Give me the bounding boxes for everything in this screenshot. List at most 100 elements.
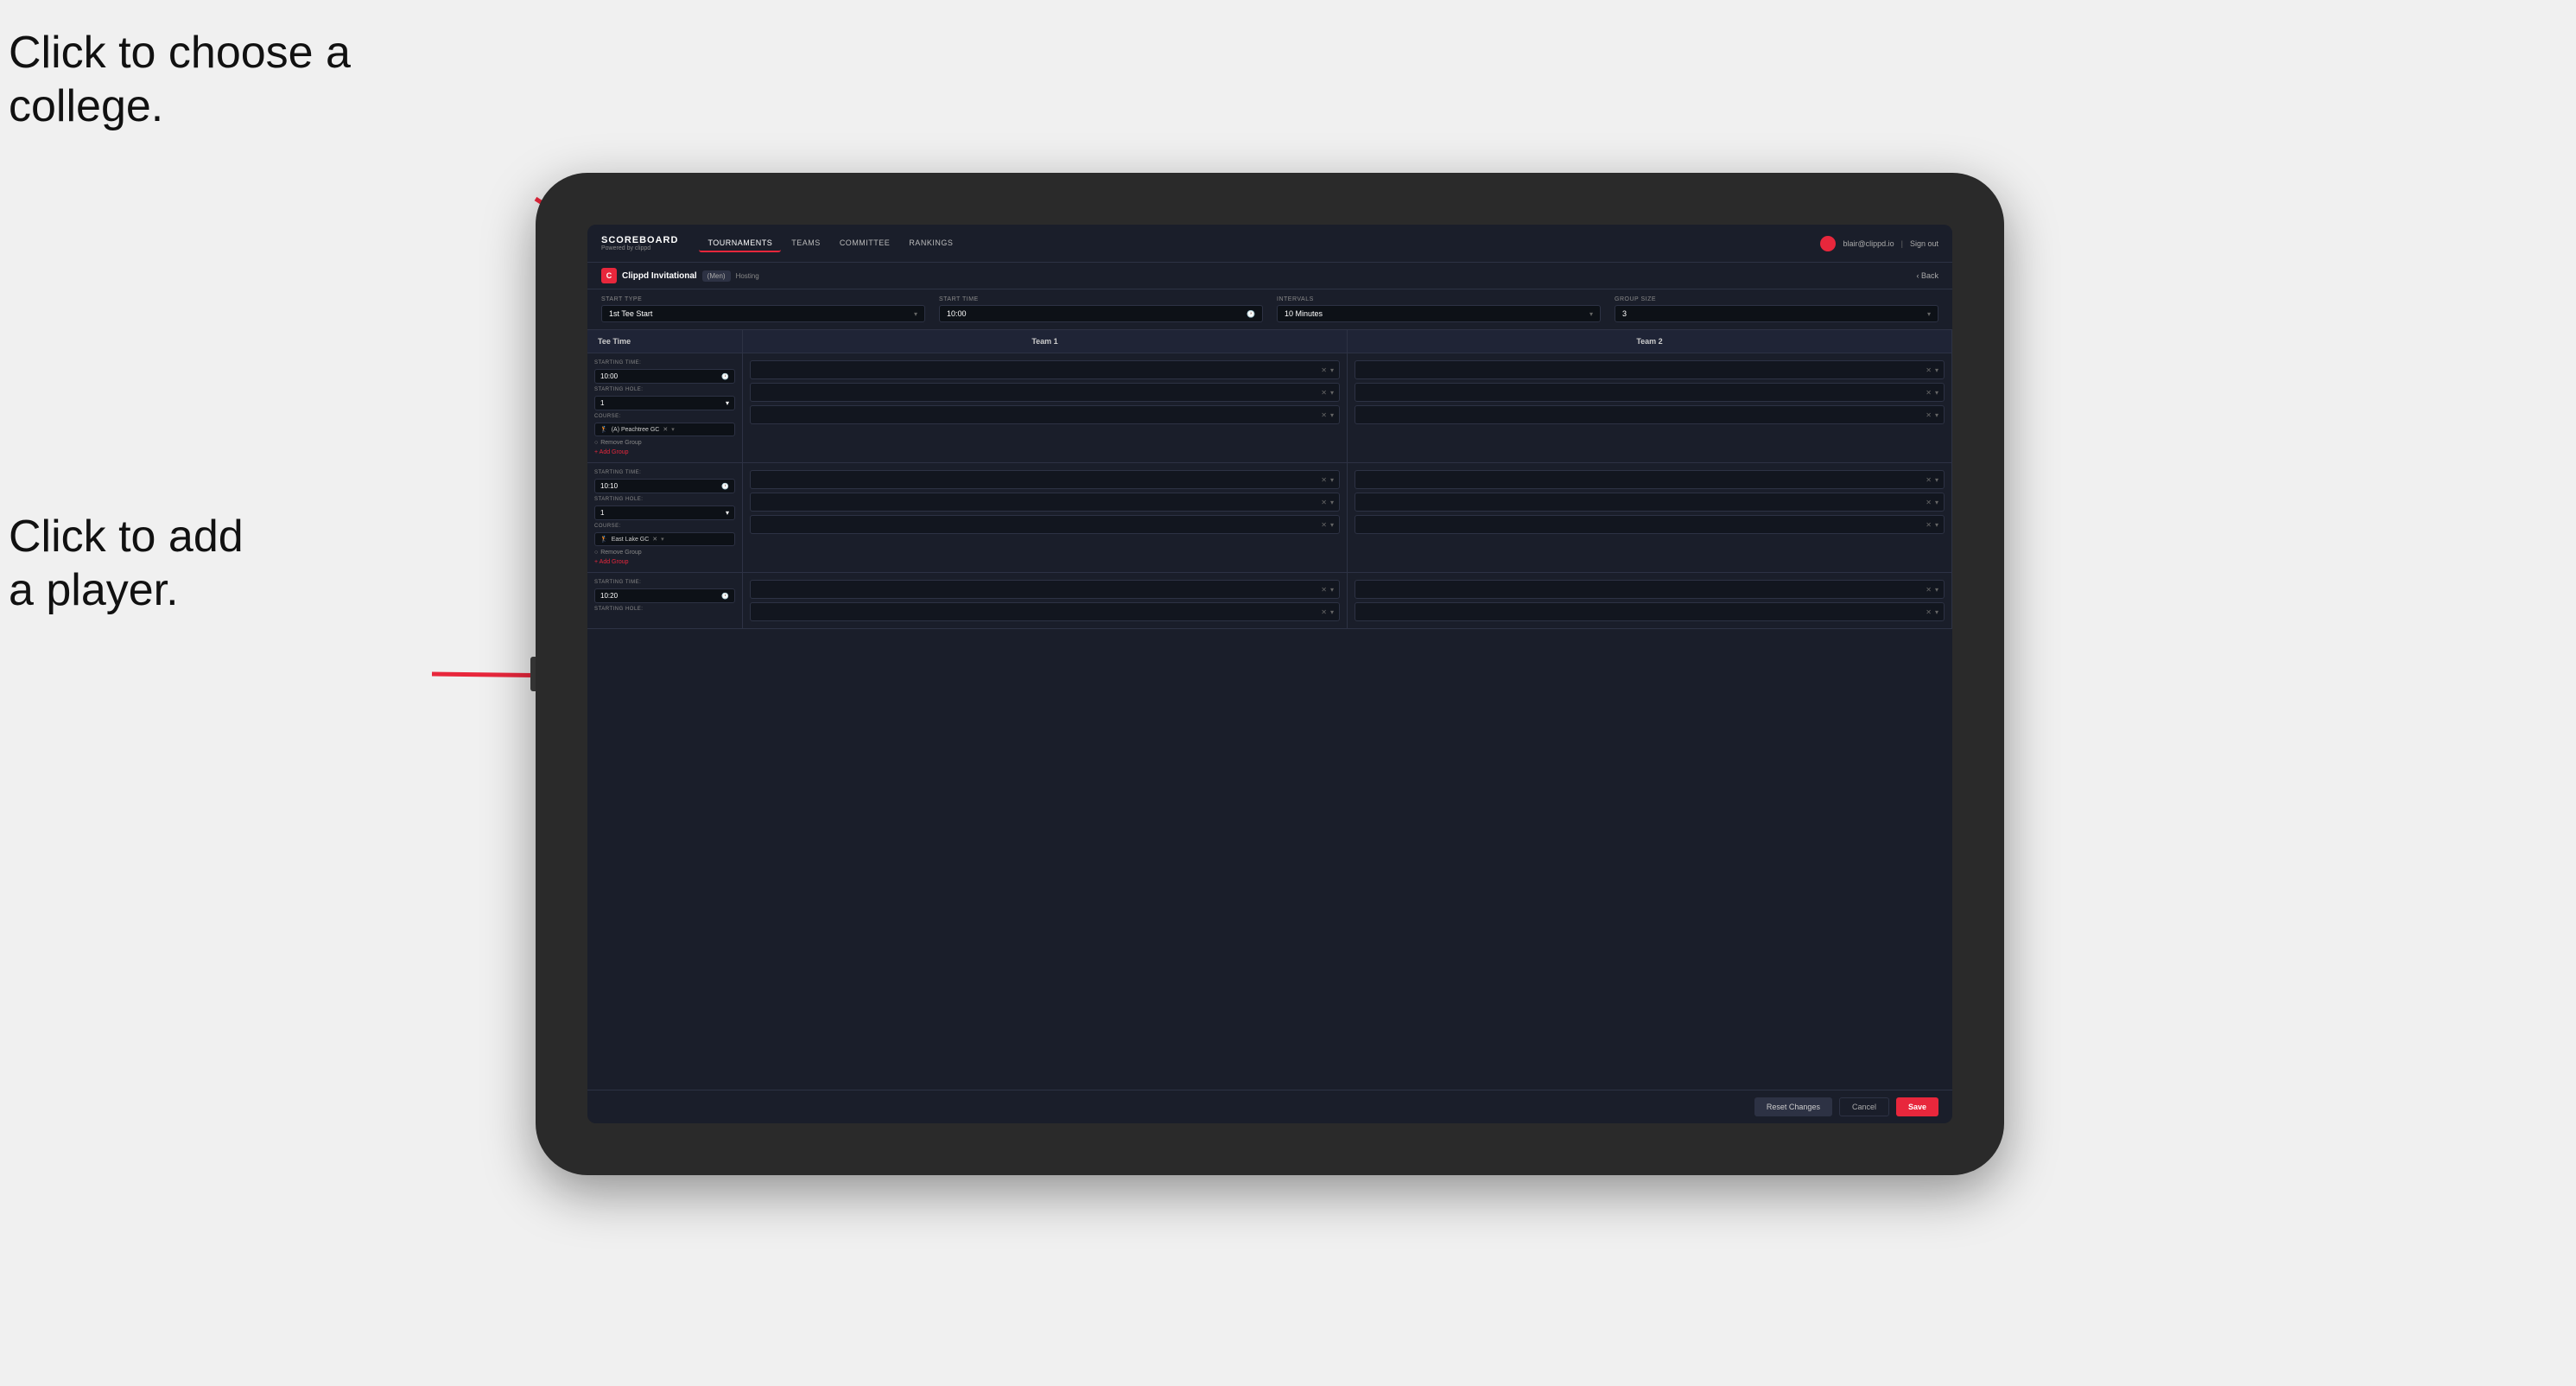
- intervals-input[interactable]: 10 Minutes ▾: [1277, 305, 1601, 322]
- team1-cell-2: ✕ ▾ ✕ ▾ ✕ ▾: [743, 463, 1348, 572]
- sign-out-link[interactable]: Sign out: [1910, 239, 1938, 248]
- chevron-down-icon-r3[interactable]: ▾: [1330, 586, 1334, 594]
- player-slot-r2-2-1[interactable]: ✕ ▾: [1355, 470, 1945, 489]
- starting-time-label-2: STARTING TIME:: [594, 470, 735, 475]
- nav-committee[interactable]: COMMITTEE: [831, 235, 899, 252]
- group-size-group: Group Size 3 ▾: [1615, 296, 1938, 322]
- chevron-icon-hole-1: ▾: [726, 399, 729, 407]
- chevron-down-icon-4[interactable]: ▾: [1935, 366, 1938, 374]
- course-icon-1: 🏌: [600, 426, 608, 433]
- nav-rankings[interactable]: RANKINGS: [900, 235, 961, 252]
- event-gender-badge: (Men): [702, 270, 731, 282]
- player-slot-2-2[interactable]: ✕ ▾: [1355, 383, 1945, 402]
- close-icon-r2-2[interactable]: ✕: [1321, 499, 1327, 506]
- reset-changes-button[interactable]: Reset Changes: [1754, 1097, 1832, 1116]
- close-icon-r2-5[interactable]: ✕: [1926, 499, 1932, 506]
- course-badge-1[interactable]: 🏌 (A) Peachtree GC ✕ ▾: [594, 423, 735, 436]
- start-time-input[interactable]: 10:00 🕐: [939, 305, 1263, 322]
- clock-icon-2: 🕐: [721, 483, 729, 490]
- chevron-down-icon-r3-4[interactable]: ▾: [1935, 608, 1938, 616]
- start-type-group: Start Type 1st Tee Start ▾: [601, 296, 925, 322]
- back-button[interactable]: Back: [1916, 271, 1938, 280]
- player-slot-r2-2-2[interactable]: ✕ ▾: [1355, 493, 1945, 512]
- player-slot-2-1[interactable]: ✕ ▾: [1355, 360, 1945, 379]
- close-icon-r2-4[interactable]: ✕: [1926, 476, 1932, 484]
- add-group-btn-2[interactable]: + Add Group: [594, 559, 735, 565]
- close-icon-r2-6[interactable]: ✕: [1926, 521, 1932, 529]
- starting-time-input-2[interactable]: 10:10 🕐: [594, 479, 735, 493]
- chevron-down-icon-r2-4[interactable]: ▾: [1935, 476, 1938, 484]
- remove-course-icon-2[interactable]: ✕: [652, 536, 657, 543]
- group-size-input[interactable]: 3 ▾: [1615, 305, 1938, 322]
- remove-group-btn-2[interactable]: ○ Remove Group: [594, 550, 735, 556]
- starting-hole-input-1[interactable]: 1 ▾: [594, 396, 735, 410]
- close-icon[interactable]: ✕: [1321, 366, 1327, 374]
- save-button[interactable]: Save: [1896, 1097, 1938, 1116]
- remove-course-icon-1[interactable]: ✕: [663, 426, 668, 433]
- close-icon-r3[interactable]: ✕: [1321, 586, 1327, 594]
- starting-time-input-1[interactable]: 10:00 🕐: [594, 369, 735, 384]
- close-icon-6[interactable]: ✕: [1926, 411, 1932, 419]
- player-slot-1-3[interactable]: ✕ ▾: [750, 405, 1340, 424]
- player-slot-r3-1-1[interactable]: ✕ ▾: [750, 580, 1340, 599]
- close-icon-4[interactable]: ✕: [1926, 366, 1932, 374]
- close-icon-r2-3[interactable]: ✕: [1321, 521, 1327, 529]
- group-size-label: Group Size: [1615, 296, 1938, 302]
- event-title: Clippd Invitational: [622, 271, 697, 281]
- user-avatar: [1820, 236, 1836, 251]
- cancel-button[interactable]: Cancel: [1839, 1097, 1889, 1116]
- player-slot-r2-1-2[interactable]: ✕ ▾: [750, 493, 1340, 512]
- clock-icon: 🕐: [1247, 310, 1255, 318]
- table-header: Tee Time Team 1 Team 2: [587, 330, 1952, 353]
- chevron-down-icon-3[interactable]: ▾: [1330, 411, 1334, 419]
- tablet-side-button: [530, 657, 536, 691]
- brand-sub: Powered by clippd: [601, 245, 678, 251]
- player-slot-r2-1-1[interactable]: ✕ ▾: [750, 470, 1340, 489]
- starting-hole-input-2[interactable]: 1 ▾: [594, 505, 735, 520]
- player-slot-1-2[interactable]: ✕ ▾: [750, 383, 1340, 402]
- close-icon-r3-2[interactable]: ✕: [1321, 608, 1327, 616]
- close-icon-r3-4[interactable]: ✕: [1926, 608, 1932, 616]
- starting-time-input-3[interactable]: 10:20 🕐: [594, 588, 735, 603]
- chevron-down-icon-6[interactable]: ▾: [1935, 411, 1938, 419]
- nav-tournaments[interactable]: TOURNAMENTS: [699, 235, 781, 252]
- chevron-down-icon-5[interactable]: ▾: [1935, 389, 1938, 397]
- player-slot-r3-2-2[interactable]: ✕ ▾: [1355, 602, 1945, 621]
- chevron-down-icon-3: ▾: [1927, 310, 1931, 318]
- player-slot-r2-2-3[interactable]: ✕ ▾: [1355, 515, 1945, 534]
- close-icon-2[interactable]: ✕: [1321, 389, 1327, 397]
- tee-row-1: STARTING TIME: 10:00 🕐 STARTING HOLE: 1 …: [587, 353, 1952, 463]
- close-icon-r3-3[interactable]: ✕: [1926, 586, 1932, 594]
- player-slot-r3-1-2[interactable]: ✕ ▾: [750, 602, 1340, 621]
- remove-icon-1: ○: [594, 440, 598, 446]
- remove-icon-2: ○: [594, 550, 598, 556]
- close-icon-5[interactable]: ✕: [1926, 389, 1932, 397]
- chevron-down-icon[interactable]: ▾: [1330, 366, 1334, 374]
- chevron-down-icon-r3-3[interactable]: ▾: [1935, 586, 1938, 594]
- chevron-down-icon-r2-5[interactable]: ▾: [1935, 499, 1938, 506]
- close-icon-3[interactable]: ✕: [1321, 411, 1327, 419]
- chevron-down-icon-r2-6[interactable]: ▾: [1935, 521, 1938, 529]
- nav-links: TOURNAMENTS TEAMS COMMITTEE RANKINGS: [699, 235, 1820, 252]
- chevron-down-icon-r2-3[interactable]: ▾: [1330, 521, 1334, 529]
- col-team1: Team 1: [743, 330, 1348, 353]
- remove-group-btn-1[interactable]: ○ Remove Group: [594, 440, 735, 446]
- chevron-down-icon-r3-2[interactable]: ▾: [1330, 608, 1334, 616]
- player-slot-1-1[interactable]: ✕ ▾: [750, 360, 1340, 379]
- add-group-btn-1[interactable]: + Add Group: [594, 449, 735, 455]
- start-time-group: Start Time 10:00 🕐: [939, 296, 1263, 322]
- close-icon-r2[interactable]: ✕: [1321, 476, 1327, 484]
- player-slot-r2-1-3[interactable]: ✕ ▾: [750, 515, 1340, 534]
- player-slot-2-3[interactable]: ✕ ▾: [1355, 405, 1945, 424]
- nav-teams[interactable]: TEAMS: [783, 235, 829, 252]
- starting-hole-label-3: STARTING HOLE:: [594, 607, 735, 612]
- start-type-input[interactable]: 1st Tee Start ▾: [601, 305, 925, 322]
- chevron-down-icon-2[interactable]: ▾: [1330, 389, 1334, 397]
- course-badge-2[interactable]: 🏌 East Lake GC ✕ ▾: [594, 532, 735, 546]
- player-slot-r3-2-1[interactable]: ✕ ▾: [1355, 580, 1945, 599]
- chevron-down-icon-r2-2[interactable]: ▾: [1330, 499, 1334, 506]
- team1-cell-3: ✕ ▾ ✕ ▾: [743, 573, 1348, 628]
- clippd-logo: C: [601, 268, 617, 283]
- tee-controls-3: STARTING TIME: 10:20 🕐 STARTING HOLE:: [587, 573, 743, 628]
- chevron-down-icon-r2[interactable]: ▾: [1330, 476, 1334, 484]
